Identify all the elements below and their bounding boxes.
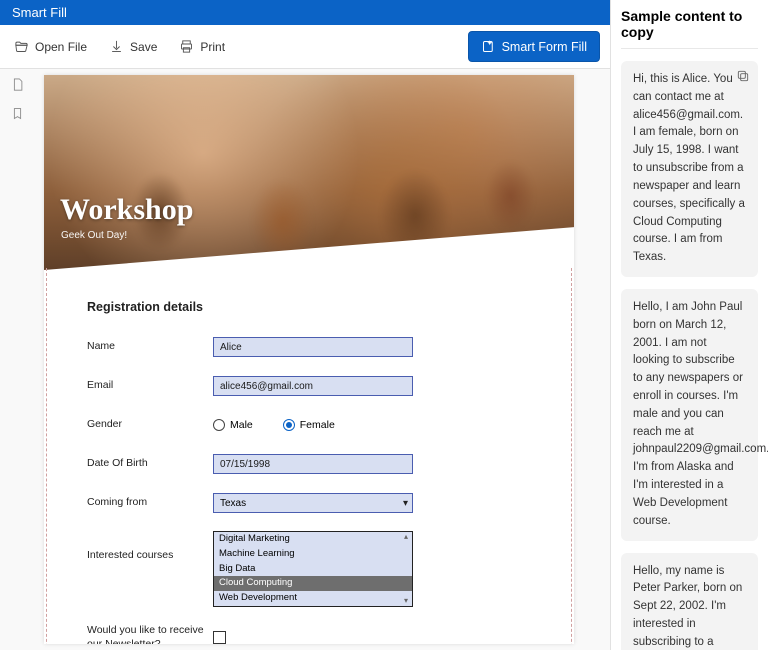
print-button[interactable]: Print xyxy=(175,35,229,58)
right-panel: Sample content to copy Hi, this is Alice… xyxy=(610,0,768,650)
print-label: Print xyxy=(200,40,225,54)
right-panel-title: Sample content to copy xyxy=(621,8,758,49)
dob-label: Date Of Birth xyxy=(87,457,213,471)
email-field[interactable] xyxy=(213,376,413,396)
chevron-down-icon: ▾ xyxy=(403,498,408,509)
bookmark-icon[interactable] xyxy=(10,106,25,121)
page-thumbnails-icon[interactable] xyxy=(10,77,25,92)
open-file-button[interactable]: Open File xyxy=(10,35,91,58)
listbox-scroll[interactable]: ▴▾ xyxy=(400,532,412,606)
sample-text: Hi, this is Alice. You can contact me at… xyxy=(633,73,745,263)
gender-female-label: Female xyxy=(300,419,335,431)
smart-form-fill-label: Smart Form Fill xyxy=(502,40,587,54)
gender-radio-group: Male Female xyxy=(213,419,413,431)
save-button[interactable]: Save xyxy=(105,35,161,58)
name-field[interactable] xyxy=(213,337,413,357)
hero-banner: Workshop Geek Out Day! xyxy=(44,75,574,270)
newsletter-checkbox[interactable] xyxy=(213,631,226,644)
sample-card: Hello, my name is Peter Parker, born on … xyxy=(621,553,758,650)
courses-listbox[interactable]: Digital Marketing Machine Learning Big D… xyxy=(213,531,413,607)
newsletter-label: Would you like to receive our Newsletter… xyxy=(87,624,213,644)
sample-card: Hi, this is Alice. You can contact me at… xyxy=(621,61,758,277)
email-label: Email xyxy=(87,379,213,393)
folder-open-icon xyxy=(14,39,29,54)
course-option[interactable]: Digital Marketing xyxy=(214,532,412,547)
left-gutter xyxy=(0,69,34,650)
main-pane: Smart Fill Open File Save Print Smart Fo… xyxy=(0,0,610,650)
dob-field[interactable] xyxy=(213,454,413,474)
sample-text: Hello, I am John Paul born on March 12, … xyxy=(633,301,768,527)
gender-label: Gender xyxy=(87,418,213,432)
sample-card: Hello, I am John Paul born on March 12, … xyxy=(621,289,758,541)
magic-fill-icon xyxy=(481,39,496,54)
course-option[interactable]: Big Data xyxy=(214,562,412,577)
document-area: Workshop Geek Out Day! Registration deta… xyxy=(0,69,610,650)
toolbar: Open File Save Print Smart Form Fill xyxy=(0,25,610,69)
download-icon xyxy=(109,39,124,54)
course-option[interactable]: Web Development xyxy=(214,591,412,606)
from-label: Coming from xyxy=(87,496,213,510)
course-option[interactable]: Machine Learning xyxy=(214,547,412,562)
hero-subtitle: Geek Out Day! xyxy=(61,230,127,241)
courses-label: Interested courses xyxy=(87,531,213,563)
title-bar: Smart Fill xyxy=(0,0,610,25)
save-label: Save xyxy=(130,40,157,54)
app-title: Smart Fill xyxy=(12,5,67,20)
form-heading: Registration details xyxy=(87,300,531,314)
print-icon xyxy=(179,39,194,54)
coming-from-value: Texas xyxy=(220,498,246,509)
gender-radio-male[interactable]: Male xyxy=(213,419,253,431)
gender-radio-female[interactable]: Female xyxy=(283,419,335,431)
course-option-selected[interactable]: Cloud Computing xyxy=(214,576,412,591)
name-label: Name xyxy=(87,340,213,354)
form-area: Registration details Name Email Gender M… xyxy=(46,268,572,644)
smart-form-fill-button[interactable]: Smart Form Fill xyxy=(468,31,600,62)
coming-from-select[interactable]: Texas ▾ xyxy=(213,493,413,513)
sample-text: Hello, my name is Peter Parker, born on … xyxy=(633,565,768,650)
hero-title: Workshop xyxy=(60,193,193,227)
gender-male-label: Male xyxy=(230,419,253,431)
open-file-label: Open File xyxy=(35,40,87,54)
copy-icon[interactable] xyxy=(736,69,750,83)
pdf-page: Workshop Geek Out Day! Registration deta… xyxy=(44,75,574,644)
